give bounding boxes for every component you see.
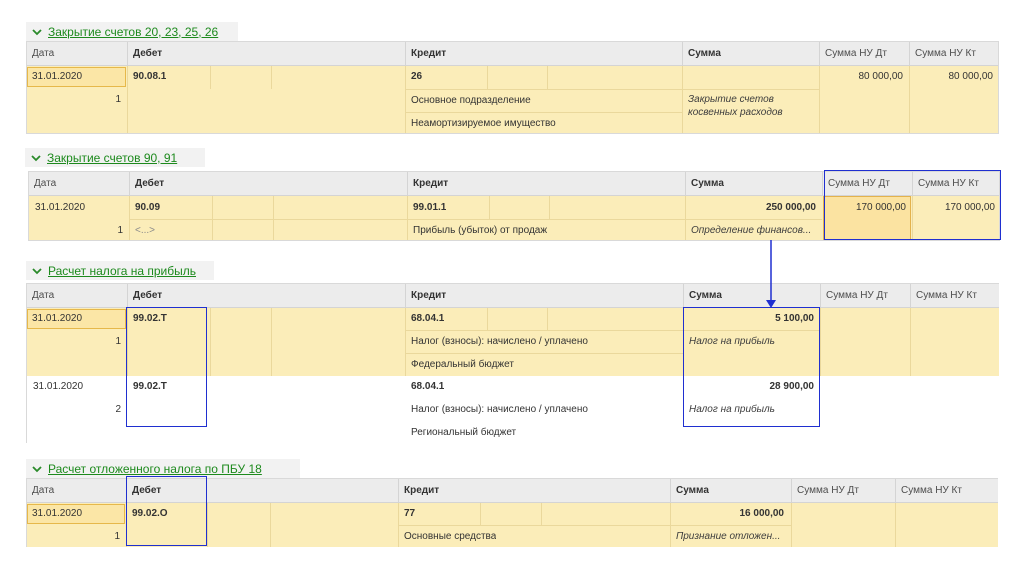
chevron-down-icon[interactable] [26, 459, 48, 478]
column-date[interactable]: Дата [27, 479, 126, 503]
column-debit[interactable]: Дебет [126, 479, 398, 503]
chevron-down-icon[interactable] [26, 22, 48, 41]
sum-nu-dt-value[interactable]: 170 000,00 [822, 202, 906, 213]
credit-account[interactable]: 99.01.1 [413, 202, 446, 213]
credit-subconto-1[interactable]: Налог (взносы): начислено / уплачено [411, 336, 588, 347]
date-cell[interactable]: 31.01.2020 [35, 202, 85, 213]
section-header[interactable]: Закрытие счетов 90, 91 [25, 148, 205, 167]
row-number: 1 [115, 94, 121, 105]
column-credit[interactable]: Кредит [405, 284, 683, 308]
sum-nu-kt-value[interactable]: 80 000,00 [909, 71, 994, 82]
column-sum-nu-dt[interactable]: Сумма НУ Дт [819, 42, 909, 66]
credit-subconto-1[interactable]: Налог (взносы): начислено / уплачено [411, 404, 588, 415]
sum-nu-dt-value[interactable]: 80 000,00 [819, 71, 904, 82]
column-sum-nu-dt[interactable]: Сумма НУ Дт [822, 172, 912, 196]
debit-account[interactable]: 99.02.О [132, 508, 168, 519]
entries-table: Дата Дебет Кредит Сумма Сумма НУ Дт Сумм… [28, 171, 1000, 241]
credit-subconto-1[interactable]: Основное подразделение [411, 95, 531, 106]
chevron-down-icon[interactable] [25, 148, 47, 167]
credit-subconto-2[interactable]: Неамортизируемое имущество [411, 118, 556, 129]
content-line-1[interactable]: Закрытие счетов [688, 94, 774, 105]
column-sum-nu-kt[interactable]: Сумма НУ Кт [909, 42, 998, 66]
credit-subconto-2[interactable]: Региональный бюджет [411, 427, 516, 438]
section-title[interactable]: Закрытие счетов 90, 91 [47, 151, 177, 165]
table-header: Дата Дебет Кредит Сумма Сумма НУ Дт Сумм… [29, 172, 999, 196]
date-cell[interactable]: 31.01.2020 [33, 381, 83, 392]
debit-account[interactable]: 90.08.1 [133, 71, 166, 82]
debit-account[interactable]: 99.02.Т [133, 313, 167, 324]
column-sum[interactable]: Сумма [683, 284, 820, 308]
column-debit[interactable]: Дебет [127, 284, 405, 308]
credit-account[interactable]: 77 [404, 508, 415, 519]
table-header: Дата Дебет Кредит Сумма Сумма НУ Дт Сумм… [27, 284, 999, 308]
row-number: 1 [117, 225, 123, 236]
date-cell[interactable]: 31.01.2020 [27, 309, 126, 329]
column-date[interactable]: Дата [27, 42, 127, 66]
section-header[interactable]: Расчет налога на прибыль [26, 261, 214, 280]
content-text[interactable]: Определение финансов... [691, 225, 821, 236]
credit-subconto-1[interactable]: Основные средства [404, 531, 496, 542]
credit-account[interactable]: 26 [411, 71, 422, 82]
section-header[interactable]: Расчет отложенного налога по ПБУ 18 [26, 459, 300, 478]
column-date[interactable]: Дата [27, 284, 127, 308]
content-text[interactable]: Налог на прибыль [689, 404, 775, 415]
column-sum-nu-kt[interactable]: Сумма НУ Кт [910, 284, 999, 308]
table-row[interactable]: 31.01.2020 1 99.02.Т 68.04.1 Налог (взно… [27, 308, 999, 376]
content-text[interactable]: Налог на прибыль [689, 336, 775, 347]
row-number: 1 [114, 531, 120, 542]
sum-value[interactable]: 16 000,00 [670, 508, 785, 519]
column-debit[interactable]: Дебет [129, 172, 407, 196]
sum-value[interactable]: 28 900,00 [683, 381, 815, 392]
sum-value[interactable]: 5 100,00 [683, 313, 814, 324]
date-cell[interactable]: 31.01.2020 [27, 504, 125, 524]
column-sum-nu-kt[interactable]: Сумма НУ Кт [912, 172, 999, 196]
table-header: Дата Дебет Кредит Сумма Сумма НУ Дт Сумм… [27, 42, 998, 66]
table-header: Дата Дебет Кредит Сумма Сумма НУ Дт Сумм… [27, 479, 998, 503]
credit-account[interactable]: 68.04.1 [411, 313, 444, 324]
credit-subconto-1[interactable]: Прибыль (убыток) от продаж [413, 225, 547, 236]
column-sum-nu-dt[interactable]: Сумма НУ Дт [820, 284, 910, 308]
credit-account[interactable]: 68.04.1 [411, 381, 444, 392]
column-sum-nu-dt[interactable]: Сумма НУ Дт [791, 479, 895, 503]
column-date[interactable]: Дата [29, 172, 129, 196]
section-title[interactable]: Закрытие счетов 20, 23, 25, 26 [48, 25, 218, 39]
section-title[interactable]: Расчет отложенного налога по ПБУ 18 [48, 462, 262, 476]
entries-table: Дата Дебет Кредит Сумма Сумма НУ Дт Сумм… [26, 478, 998, 547]
debit-subconto-1[interactable]: <...> [135, 225, 155, 236]
section-header[interactable]: Закрытие счетов 20, 23, 25, 26 [26, 22, 238, 41]
column-sum[interactable]: Сумма [670, 479, 791, 503]
table-row[interactable]: 31.01.2020 1 90.09 <...> 99.01.1 Прибыль… [29, 196, 999, 240]
table-row[interactable]: 31.01.2020 1 99.02.О 77 Основные средств… [27, 503, 998, 547]
debit-account[interactable]: 99.02.Т [133, 381, 167, 392]
date-cell[interactable]: 31.01.2020 [27, 67, 126, 87]
table-row[interactable]: 31.01.2020 1 90.08.1 26 Основное подразд… [27, 66, 998, 133]
column-sum-nu-kt[interactable]: Сумма НУ Кт [895, 479, 998, 503]
entries-table: Дата Дебет Кредит Сумма Сумма НУ Дт Сумм… [26, 283, 999, 443]
chevron-down-icon[interactable] [26, 261, 48, 280]
table-row[interactable]: 31.01.2020 2 99.02.Т 68.04.1 Налог (взно… [27, 376, 999, 443]
sum-value[interactable]: 250 000,00 [685, 202, 816, 213]
sum-nu-kt-value[interactable]: 170 000,00 [912, 202, 995, 213]
column-sum[interactable]: Сумма [685, 172, 822, 196]
content-text[interactable]: Признание отложен... [676, 531, 790, 542]
column-credit[interactable]: Кредит [405, 42, 682, 66]
credit-subconto-2[interactable]: Федеральный бюджет [411, 359, 514, 370]
column-sum[interactable]: Сумма [682, 42, 819, 66]
column-credit[interactable]: Кредит [398, 479, 670, 503]
content-line-2[interactable]: косвенных расходов [688, 107, 783, 118]
entries-table: Дата Дебет Кредит Сумма Сумма НУ Дт Сумм… [26, 41, 999, 134]
section-title[interactable]: Расчет налога на прибыль [48, 264, 196, 278]
row-number: 1 [115, 336, 121, 347]
arrow-down-icon [766, 240, 776, 308]
row-number: 2 [115, 404, 121, 415]
debit-account[interactable]: 90.09 [135, 202, 160, 213]
column-debit[interactable]: Дебет [127, 42, 405, 66]
column-credit[interactable]: Кредит [407, 172, 685, 196]
